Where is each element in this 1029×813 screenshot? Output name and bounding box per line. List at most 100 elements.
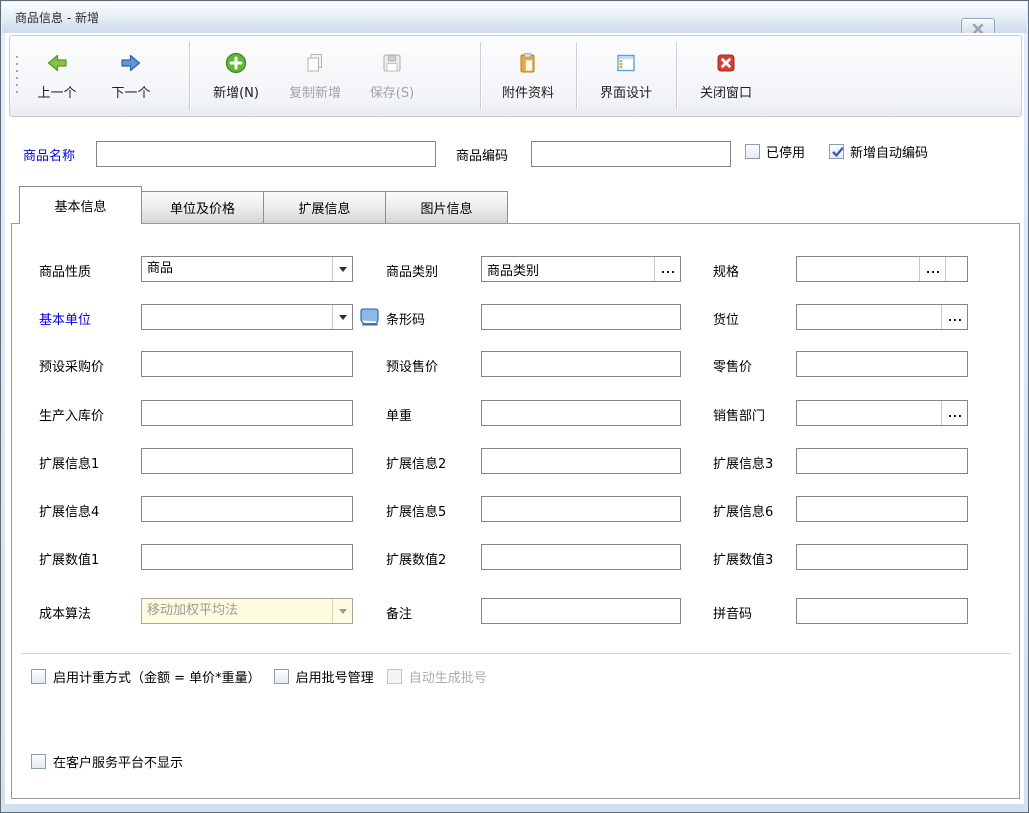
ellipsis-button[interactable] (919, 257, 945, 281)
check-icon (830, 144, 846, 160)
weighing-checkbox[interactable]: 启用计重方式（金额 = 单价*重量） (31, 667, 261, 686)
tab-bar: 基本信息 单位及价格 扩展信息 图片信息 (19, 186, 508, 224)
client-area: 上一个 下一个 新增(N) (5, 33, 1024, 804)
unit-weight-input[interactable] (481, 400, 681, 426)
product-nature-combobox[interactable]: 商品 (141, 256, 353, 282)
ellipsis-button[interactable] (941, 401, 967, 425)
save-label: 保存(S) (370, 82, 414, 101)
production-in-price-label: 生产入库价 (39, 405, 104, 424)
attachment-button[interactable]: 附件资料 (488, 44, 568, 108)
tab-label: 基本信息 (54, 196, 106, 215)
ext-info6-input[interactable] (796, 496, 968, 522)
ext-num2-input[interactable] (481, 544, 681, 570)
checkbox-box[interactable] (745, 144, 760, 159)
checkbox-box[interactable] (274, 669, 289, 684)
sales-department-input[interactable] (797, 401, 941, 425)
ext-num1-label: 扩展数值1 (39, 549, 99, 568)
product-name-input[interactable] (96, 141, 436, 167)
next-label: 下一个 (111, 82, 150, 101)
chevron-down-icon[interactable] (332, 305, 352, 329)
tab-label: 单位及价格 (170, 198, 235, 217)
tab-label: 扩展信息 (298, 198, 350, 217)
product-name-label[interactable]: 商品名称 (23, 145, 75, 164)
toolbar-grip[interactable] (16, 56, 18, 98)
auto-batch-checkbox: 自动生成批号 (387, 667, 487, 686)
stopped-label: 已停用 (766, 142, 805, 161)
arrow-left-icon (45, 51, 69, 75)
pinyin-code-label: 拼音码 (713, 603, 752, 622)
chevron-down-icon (332, 599, 352, 623)
hide-on-platform-checkbox[interactable]: 在客户服务平台不显示 (31, 752, 183, 771)
product-category-label: 商品类别 (386, 261, 438, 280)
sales-department-field[interactable] (796, 400, 968, 426)
spec-field[interactable] (796, 256, 968, 282)
save-icon (380, 51, 404, 75)
add-new-button[interactable]: 新增(N) (202, 44, 270, 108)
retail-price-input[interactable] (796, 351, 968, 377)
tab-picture-info[interactable]: 图片信息 (386, 191, 508, 224)
product-nature-label: 商品性质 (39, 261, 91, 280)
ext-info2-input[interactable] (481, 448, 681, 474)
storage-location-label: 货位 (713, 309, 739, 328)
tab-extended-info[interactable]: 扩展信息 (264, 191, 386, 224)
storage-location-input[interactable] (797, 305, 941, 329)
close-window-button[interactable]: 关闭窗口 (686, 44, 766, 108)
storage-location-field[interactable] (796, 304, 968, 330)
ext-num3-input[interactable] (796, 544, 968, 570)
tab-basic-info[interactable]: 基本信息 (19, 186, 142, 224)
checkbox-box[interactable] (829, 144, 844, 159)
product-info-window: 商品信息 - 新增 上一个 下一个 (0, 0, 1029, 813)
copy-new-button: 复制新增 (276, 44, 354, 108)
pinyin-code-input[interactable] (796, 598, 968, 624)
stopped-checkbox[interactable]: 已停用 (745, 142, 805, 161)
production-in-price-input[interactable] (141, 400, 353, 426)
preset-purchase-price-input[interactable] (141, 351, 353, 377)
chevron-down-icon[interactable] (332, 257, 352, 281)
ellipsis-icon (949, 415, 951, 417)
ellipsis-icon (949, 319, 951, 321)
preset-sale-price-input[interactable] (481, 351, 681, 377)
ext-info1-input[interactable] (141, 448, 353, 474)
ext-num2-label: 扩展数值2 (386, 549, 446, 568)
autocode-checkbox[interactable]: 新增自动编码 (829, 142, 928, 161)
preset-sale-price-label: 预设售价 (386, 356, 438, 375)
titlebar[interactable]: 商品信息 - 新增 (2, 2, 1027, 33)
tab-unit-price[interactable]: 单位及价格 (142, 191, 264, 224)
checkbox-box[interactable] (31, 669, 46, 684)
ext-info4-input[interactable] (141, 496, 353, 522)
spec-extra-button[interactable] (945, 257, 967, 281)
product-code-input[interactable] (531, 141, 731, 167)
ellipsis-button[interactable] (654, 257, 680, 281)
retail-price-label: 零售价 (713, 356, 752, 375)
barcode-input[interactable] (481, 304, 681, 330)
next-button[interactable]: 下一个 (98, 44, 164, 108)
product-category-input[interactable] (482, 257, 654, 281)
ext-info3-input[interactable] (796, 448, 968, 474)
sales-department-label: 销售部门 (713, 405, 765, 424)
previous-button[interactable]: 上一个 (24, 44, 90, 108)
base-unit-label[interactable]: 基本单位 (39, 309, 91, 328)
ext-num1-input[interactable] (141, 544, 353, 570)
ext-info5-input[interactable] (481, 496, 681, 522)
ellipsis-icon (927, 271, 929, 273)
product-category-field[interactable] (481, 256, 681, 282)
arrow-right-icon (119, 51, 143, 75)
ext-info1-label: 扩展信息1 (39, 453, 99, 472)
book-icon (357, 305, 381, 328)
auto-batch-label: 自动生成批号 (409, 667, 487, 686)
remark-input[interactable] (481, 598, 681, 624)
ellipsis-button[interactable] (941, 305, 967, 329)
spec-input[interactable] (797, 257, 919, 281)
combo-value (142, 305, 332, 329)
preset-purchase-price-label: 预设采购价 (39, 356, 104, 375)
batch-checkbox[interactable]: 启用批号管理 (274, 667, 374, 686)
barcode-label: 条形码 (386, 309, 425, 328)
platform-row: 在客户服务平台不显示 (31, 752, 183, 771)
checkbox-box[interactable] (31, 754, 46, 769)
batch-label: 启用批号管理 (296, 667, 374, 686)
ext-info6-label: 扩展信息6 (713, 501, 773, 520)
copy-new-label: 复制新增 (289, 82, 341, 101)
ui-design-button[interactable]: 界面设计 (586, 44, 666, 108)
product-code-label: 商品编码 (456, 145, 508, 164)
base-unit-combobox[interactable] (141, 304, 353, 330)
